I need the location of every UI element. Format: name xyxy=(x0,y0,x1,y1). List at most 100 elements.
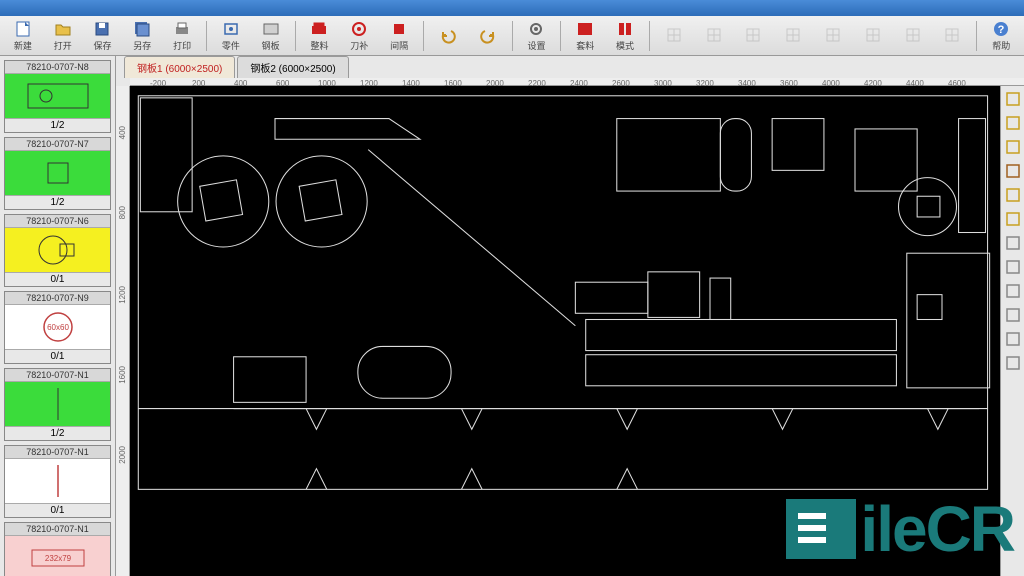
part-name: 78210-0707-N1 xyxy=(5,369,110,382)
part-thumbnail xyxy=(5,228,110,272)
circle-tool-button[interactable] xyxy=(1004,210,1022,228)
part-name: 78210-0707-N8 xyxy=(5,61,110,74)
toolbar-separator xyxy=(976,21,977,51)
svg-text:60x60: 60x60 xyxy=(47,323,69,332)
part-item[interactable]: 78210-0707-N1 232x79 xyxy=(4,522,111,576)
toolbar-separator xyxy=(560,21,561,51)
part-item[interactable]: 78210-0707-N8 1/2 xyxy=(4,60,111,133)
pan-tool-button[interactable] xyxy=(1004,138,1022,156)
mirror-tool-button[interactable] xyxy=(1004,306,1022,324)
toolbar-label: 打开 xyxy=(54,39,72,52)
toolbar-label: 钢板 xyxy=(262,39,280,52)
toolbar-print-button[interactable]: 打印 xyxy=(163,18,201,54)
svg-text:?: ? xyxy=(998,24,1005,36)
ruler-tick: 1200 xyxy=(118,286,127,304)
toolbar-x1-button xyxy=(655,18,693,54)
toolbar-parts-button[interactable]: 零件 xyxy=(212,18,250,54)
part-item[interactable]: 78210-0707-N6 0/1 xyxy=(4,214,111,287)
part-name: 78210-0707-N1 xyxy=(5,523,110,536)
toolbar-x5-button xyxy=(814,18,852,54)
toolbar-label: 另存 xyxy=(133,39,151,52)
part-name: 78210-0707-N9 xyxy=(5,292,110,305)
rotate-tool-button[interactable] xyxy=(1004,282,1022,300)
toolbar-separator xyxy=(649,21,650,51)
toolbar-saveas-button[interactable]: 另存 xyxy=(123,18,161,54)
measure-tool-button[interactable] xyxy=(1004,354,1022,372)
toolbar-help-button[interactable]: ? 帮助 xyxy=(982,18,1020,54)
toolbar-separator xyxy=(512,21,513,51)
toolbar-redo-button[interactable] xyxy=(469,18,507,54)
toolbar-label: 整料 xyxy=(310,39,328,52)
toolbar-open-button[interactable]: 打开 xyxy=(44,18,82,54)
toolbar-layer-button[interactable]: 整料 xyxy=(301,18,339,54)
part-count: 1/2 xyxy=(5,118,110,132)
part-name: 78210-0707-N6 xyxy=(5,215,110,228)
zoomfit-tool-button[interactable] xyxy=(1004,114,1022,132)
move-tool-button[interactable] xyxy=(1004,258,1022,276)
toolbar-sheet-button[interactable]: 钢板 xyxy=(252,18,290,54)
part-count: 0/1 xyxy=(5,349,110,363)
toolbar-setup-button[interactable]: 设置 xyxy=(518,18,556,54)
select-tool-button[interactable] xyxy=(1004,162,1022,180)
toolbar-save-button[interactable]: 保存 xyxy=(84,18,122,54)
poly-tool-button[interactable] xyxy=(1004,234,1022,252)
part-count: 1/2 xyxy=(5,426,110,440)
part-thumbnail xyxy=(5,74,110,118)
toolbar-separator xyxy=(423,21,424,51)
toolbar-x3-button xyxy=(735,18,773,54)
toolbar-label: 刀补 xyxy=(350,39,368,52)
ruler-tick: 1600 xyxy=(118,366,127,384)
cad-canvas[interactable] xyxy=(130,86,1000,576)
part-thumbnail: 60x60 xyxy=(5,305,110,349)
toolbar-nest-button[interactable]: 间隔 xyxy=(380,18,418,54)
toolbar-separator xyxy=(206,21,207,51)
right-toolbar xyxy=(1000,86,1024,576)
sheet-tabs: 钢板1 (6000×2500)钢板2 (6000×2500) xyxy=(116,56,1024,78)
ruler-tick: 400 xyxy=(118,126,127,139)
toolbar-x8-button xyxy=(934,18,972,54)
part-item[interactable]: 78210-0707-N1 1/2 xyxy=(4,368,111,441)
toolbar-matl-button[interactable]: 套料 xyxy=(566,18,604,54)
toolbar-mode-button[interactable]: 模式 xyxy=(606,18,644,54)
part-thumbnail xyxy=(5,459,110,503)
toolbar-separator xyxy=(295,21,296,51)
toolbar-label: 套料 xyxy=(576,39,594,52)
part-count: 0/1 xyxy=(5,272,110,286)
part-item[interactable]: 78210-0707-N7 1/2 xyxy=(4,137,111,210)
toolbar-label: 设置 xyxy=(527,39,545,52)
ruler-vertical: 400 800 1200 1600 2000 xyxy=(116,86,130,576)
toolbar-label: 间隔 xyxy=(390,39,408,52)
part-thumbnail xyxy=(5,382,110,426)
toolbar-new-button[interactable]: 新建 xyxy=(4,18,42,54)
toolbar-label: 打印 xyxy=(173,39,191,52)
svg-text:232x79: 232x79 xyxy=(44,554,71,563)
part-item[interactable]: 78210-0707-N9 60x60 0/1 xyxy=(4,291,111,364)
toolbar-label: 零件 xyxy=(222,39,240,52)
zoom-tool-button[interactable] xyxy=(1004,90,1022,108)
toolbar-label: 保存 xyxy=(93,39,111,52)
pencil-tool-button[interactable] xyxy=(1004,330,1022,348)
toolbar-label: 帮助 xyxy=(992,39,1010,52)
toolbar-undo-button[interactable] xyxy=(429,18,467,54)
rect-tool-button[interactable] xyxy=(1004,186,1022,204)
ruler-tick: 800 xyxy=(118,206,127,219)
sheet-tab[interactable]: 钢板2 (6000×2500) xyxy=(237,56,348,78)
part-name: 78210-0707-N7 xyxy=(5,138,110,151)
part-count: 0/1 xyxy=(5,503,110,517)
parts-sidebar: 78210-0707-N8 1/278210-0707-N7 1/278210-… xyxy=(0,56,116,576)
ruler-tick: 2000 xyxy=(118,446,127,464)
toolbar-x7-button xyxy=(894,18,932,54)
ruler-horizontal: -200200400600100012001400160020002200240… xyxy=(130,78,1024,86)
toolbar-x4-button xyxy=(774,18,812,54)
sheet-tab[interactable]: 钢板1 (6000×2500) xyxy=(124,56,235,78)
toolbar-x6-button xyxy=(854,18,892,54)
part-thumbnail xyxy=(5,151,110,195)
part-name: 78210-0707-N1 xyxy=(5,446,110,459)
toolbar-label: 新建 xyxy=(14,39,32,52)
toolbar-tool-button[interactable]: 刀补 xyxy=(340,18,378,54)
part-thumbnail: 232x79 xyxy=(5,536,110,576)
toolbar-x2-button xyxy=(695,18,733,54)
part-count: 1/2 xyxy=(5,195,110,209)
part-item[interactable]: 78210-0707-N1 0/1 xyxy=(4,445,111,518)
toolbar-label: 模式 xyxy=(616,39,634,52)
